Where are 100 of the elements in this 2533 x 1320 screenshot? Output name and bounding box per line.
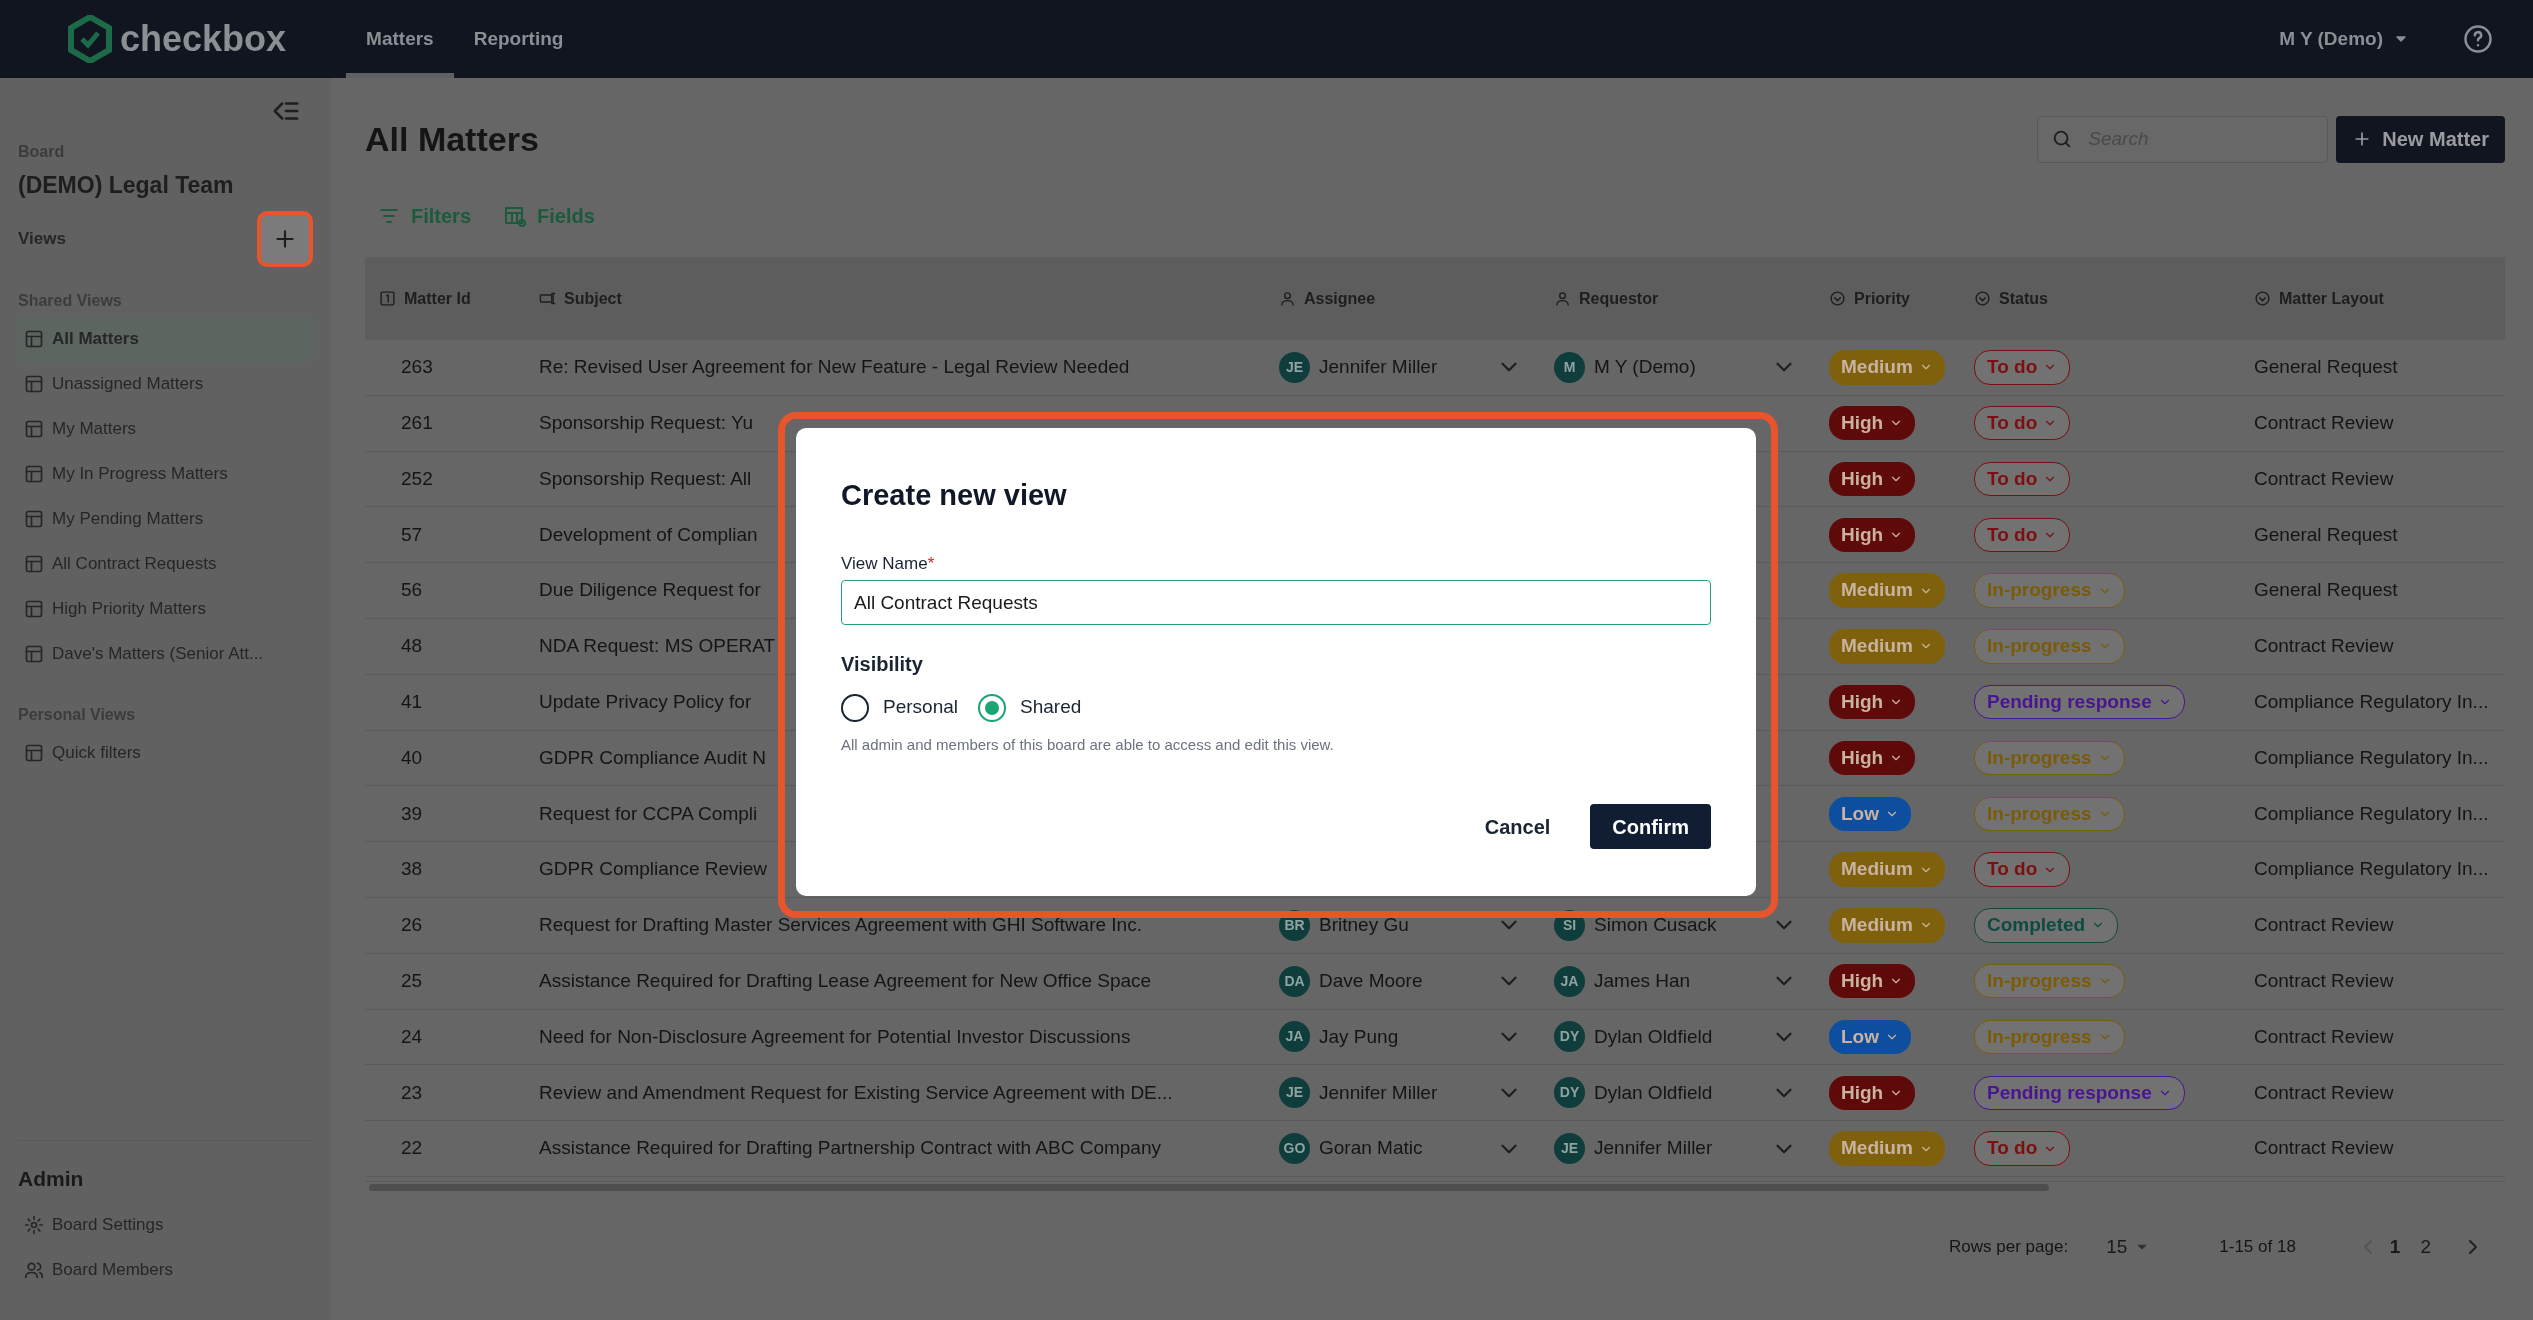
column-header[interactable]: Subject <box>525 257 1265 340</box>
table-icon <box>24 374 44 394</box>
rows-per-page-label: Rows per page: <box>1949 1236 2069 1259</box>
sidebar-item[interactable]: My Matters <box>18 406 313 452</box>
radio-label[interactable]: Personal <box>883 693 958 722</box>
sidebar-item[interactable]: Board Settings <box>18 1202 313 1247</box>
sidebar-item[interactable]: Board Members <box>18 1247 313 1292</box>
field-label: View Name* <box>841 552 935 575</box>
user-menu[interactable]: M Y (Demo) <box>2273 0 2415 78</box>
priority-badge[interactable]: High <box>1829 405 1916 441</box>
nav-tab[interactable]: Reporting <box>453 0 584 78</box>
sidebar-item[interactable]: Quick filters <box>18 730 313 776</box>
status-badge[interactable]: In-progress <box>1974 1019 2125 1055</box>
priority-badge[interactable]: Low <box>1829 1019 1911 1055</box>
toolbar-button[interactable]: Fields <box>503 201 595 231</box>
status-badge[interactable]: To do <box>1974 461 2071 497</box>
table-cell-text: 25 <box>401 968 423 993</box>
status-badge[interactable]: Pending response <box>1974 684 2185 720</box>
page-button[interactable]: 1 <box>2379 1232 2411 1262</box>
sidebar-item[interactable]: My In Progress Matters <box>18 451 313 497</box>
table-cell-text: Sponsorship Request: All <box>539 466 752 491</box>
table-cell-text: 24 <box>401 1024 423 1049</box>
table-cell-text: Contract Review <box>2254 968 2394 993</box>
dropdown-icon <box>1974 290 1991 307</box>
priority-badge[interactable]: High <box>1829 684 1916 720</box>
priority-badge[interactable]: High <box>1829 963 1916 999</box>
status-badge[interactable]: In-progress <box>1974 629 2125 664</box>
person-name: Simon Cusack <box>1594 913 1717 938</box>
table-icon <box>24 743 44 763</box>
table-icon <box>24 464 44 484</box>
scrollbar-thumb[interactable] <box>369 1183 2049 1191</box>
status-badge[interactable]: Completed <box>1974 908 2119 943</box>
view-name-field[interactable]: All Contract Requests <box>841 580 1711 626</box>
table-cell-text: Review and Amendment Request for Existing Service Agreement with DE... <box>539 1080 1173 1105</box>
avatar: DY <box>1554 1021 1585 1053</box>
status-badge[interactable]: Pending response <box>1974 1075 2185 1110</box>
sidebar-item[interactable]: All Matters <box>18 316 313 362</box>
priority-badge[interactable]: High <box>1829 461 1916 497</box>
priority-badge[interactable]: Medium <box>1829 1131 1945 1166</box>
sidebar-item[interactable]: High Priority Matters <box>18 586 313 632</box>
table-cell-text: 57 <box>401 522 423 547</box>
person-name: Dylan Oldfield <box>1594 1080 1713 1105</box>
radio-button[interactable] <box>978 693 1006 722</box>
avatar: JE <box>1279 1077 1310 1109</box>
table-cell-text: 41 <box>401 689 423 714</box>
priority-badge[interactable]: High <box>1829 517 1916 553</box>
table-icon <box>24 599 44 619</box>
column-header[interactable]: Priority <box>1815 257 1960 340</box>
page-button[interactable]: 2 <box>2410 1232 2441 1262</box>
table-cell-text: 252 <box>401 466 433 491</box>
table-cell-text: NDA Request: MS OPERAT <box>539 634 776 659</box>
dialog-button[interactable]: Confirm <box>1590 804 1711 850</box>
person-icon <box>1279 290 1296 307</box>
column-header[interactable]: Assignee <box>1265 257 1540 340</box>
radio-label[interactable]: Shared <box>1020 693 1082 722</box>
priority-badge[interactable]: Medium <box>1829 573 1945 608</box>
nav-tab[interactable]: Matters <box>346 0 454 78</box>
avatar: JE <box>1554 1133 1585 1165</box>
toolbar-button[interactable]: Filters <box>377 201 472 231</box>
priority-badge[interactable]: High <box>1829 740 1916 776</box>
status-badge[interactable]: In-progress <box>1974 573 2125 608</box>
rows-per-page-select[interactable]: 15 <box>2096 1232 2160 1262</box>
logo-text: checkbox <box>120 17 287 61</box>
status-badge[interactable]: In-progress <box>1974 963 2125 999</box>
sidebar-item[interactable]: All Contract Requests <box>18 541 313 587</box>
priority-badge[interactable]: High <box>1829 1075 1916 1110</box>
column-header[interactable]: Matter Layout <box>2240 257 2505 340</box>
new-matter-button[interactable]: New Matter <box>2336 115 2505 163</box>
status-badge[interactable]: To do <box>1974 517 2071 553</box>
sidebar-item[interactable]: Unassigned Matters <box>18 361 313 407</box>
dialog-button[interactable]: Cancel <box>1462 804 1573 850</box>
status-badge[interactable]: In-progress <box>1974 740 2125 776</box>
table-icon <box>24 419 44 439</box>
add-view-button[interactable] <box>257 210 313 267</box>
dialog-title: Create new view <box>841 478 1068 513</box>
table-cell-text: Compliance Regulatory In... <box>2254 689 2489 714</box>
table-cell-text: 38 <box>401 857 423 882</box>
person-name: Dave Moore <box>1319 968 1423 993</box>
status-badge[interactable]: To do <box>1974 350 2071 385</box>
column-header[interactable]: Requestor <box>1540 257 1815 340</box>
priority-badge[interactable]: Medium <box>1829 852 1945 887</box>
sidebar-item[interactable]: My Pending Matters <box>18 496 313 542</box>
status-badge[interactable]: In-progress <box>1974 796 2125 831</box>
table-cell-text: Re: Revised User Agreement for New Feature - Legal Review Needed <box>539 355 1130 380</box>
help-icon[interactable] <box>2463 24 2493 54</box>
sidebar-item[interactable]: Dave's Matters (Senior Att... <box>18 631 313 677</box>
priority-badge[interactable]: Medium <box>1829 629 1945 664</box>
priority-badge[interactable]: Medium <box>1829 908 1945 943</box>
status-badge[interactable]: To do <box>1974 405 2071 441</box>
status-badge[interactable]: To do <box>1974 1131 2071 1166</box>
column-header[interactable]: Status <box>1960 257 2240 340</box>
column-header[interactable]: Matter Id <box>365 257 525 340</box>
priority-badge[interactable]: Medium <box>1829 350 1945 385</box>
table-cell-text: 261 <box>401 410 433 435</box>
radio-button[interactable] <box>841 693 869 722</box>
table-cell-text: Contract Review <box>2254 410 2394 435</box>
board-name: (DEMO) Legal Team <box>18 171 235 200</box>
status-badge[interactable]: To do <box>1974 852 2071 887</box>
table-cell-text: Contract Review <box>2254 1024 2394 1049</box>
priority-badge[interactable]: Low <box>1829 796 1911 831</box>
